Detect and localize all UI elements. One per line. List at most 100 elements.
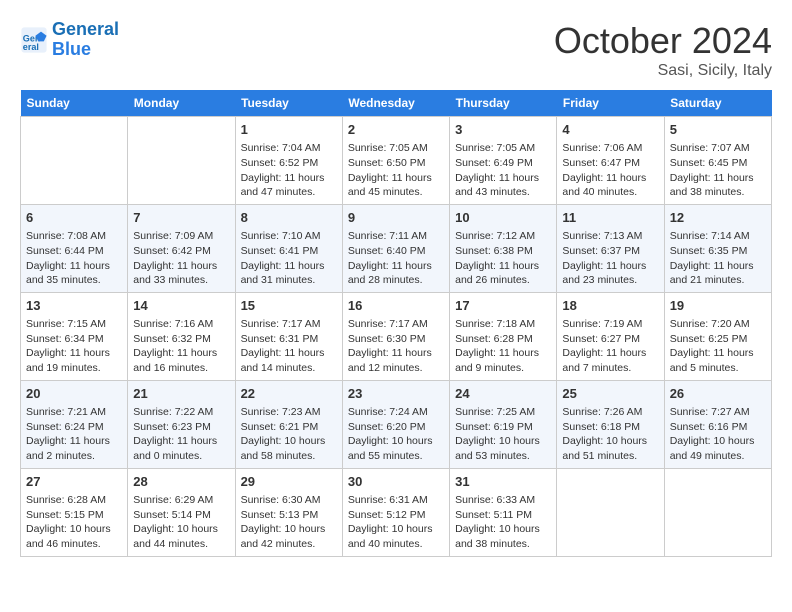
day-info: Sunrise: 7:14 AM Sunset: 6:35 PM Dayligh…: [670, 229, 766, 288]
day-number: 15: [241, 297, 337, 315]
day-info: Sunrise: 7:10 AM Sunset: 6:41 PM Dayligh…: [241, 229, 337, 288]
day-info: Sunrise: 7:09 AM Sunset: 6:42 PM Dayligh…: [133, 229, 229, 288]
day-info: Sunrise: 7:13 AM Sunset: 6:37 PM Dayligh…: [562, 229, 658, 288]
day-number: 23: [348, 385, 444, 403]
day-info: Sunrise: 6:30 AM Sunset: 5:13 PM Dayligh…: [241, 493, 337, 552]
calendar-cell: 9 Sunrise: 7:11 AM Sunset: 6:40 PM Daylig…: [342, 204, 449, 292]
calendar-cell: 28Sunrise: 6:29 AM Sunset: 5:14 PM Dayli…: [128, 468, 235, 556]
calendar-cell: 15 Sunrise: 7:17 AM Sunset: 6:31 PM Dayli…: [235, 292, 342, 380]
day-number: 5: [670, 121, 766, 139]
title-block: October 2024 Sasi, Sicily, Italy: [554, 20, 772, 80]
calendar-body: 1Sunrise: 7:04 AM Sunset: 6:52 PM Daylig…: [21, 117, 772, 557]
day-info: Sunrise: 6:28 AM Sunset: 5:15 PM Dayligh…: [26, 493, 122, 552]
day-number: 25: [562, 385, 658, 403]
calendar-cell: 3Sunrise: 7:05 AM Sunset: 6:49 PM Daylig…: [450, 117, 557, 205]
calendar-cell: 10Sunrise: 7:12 AM Sunset: 6:38 PM Dayli…: [450, 204, 557, 292]
calendar-cell: 7 Sunrise: 7:09 AM Sunset: 6:42 PM Daylig…: [128, 204, 235, 292]
calendar-cell: 11Sunrise: 7:13 AM Sunset: 6:37 PM Dayli…: [557, 204, 664, 292]
day-info: Sunrise: 7:22 AM Sunset: 6:23 PM Dayligh…: [133, 405, 229, 464]
calendar-cell: 18 Sunrise: 7:19 AM Sunset: 6:27 PM Dayli…: [557, 292, 664, 380]
day-info: Sunrise: 7:17 AM Sunset: 6:30 PM Dayligh…: [348, 317, 444, 376]
day-info: Sunrise: 7:04 AM Sunset: 6:52 PM Dayligh…: [241, 141, 337, 200]
day-info: Sunrise: 7:23 AM Sunset: 6:21 PM Dayligh…: [241, 405, 337, 464]
logo-icon: Gen eral: [20, 26, 48, 54]
page-header: Gen eral General Blue October 2024 Sasi,…: [20, 20, 772, 80]
day-number: 8: [241, 209, 337, 227]
svg-text:eral: eral: [23, 42, 39, 52]
day-number: 3: [455, 121, 551, 139]
day-number: 17: [455, 297, 551, 315]
calendar-cell: 27 Sunrise: 6:28 AM Sunset: 5:15 PM Dayli…: [21, 468, 128, 556]
day-info: Sunrise: 7:12 AM Sunset: 6:38 PM Dayligh…: [455, 229, 551, 288]
day-info: Sunrise: 7:25 AM Sunset: 6:19 PM Dayligh…: [455, 405, 551, 464]
day-number: 9: [348, 209, 444, 227]
calendar-week-row: 20 Sunrise: 7:21 AM Sunset: 6:24 PM Dayli…: [21, 380, 772, 468]
logo-text: General Blue: [52, 20, 119, 60]
location-subtitle: Sasi, Sicily, Italy: [554, 62, 772, 80]
calendar-cell: 19 Sunrise: 7:20 AM Sunset: 6:25 PM Dayli…: [664, 292, 771, 380]
day-number: 30: [348, 473, 444, 491]
day-number: 20: [26, 385, 122, 403]
day-info: Sunrise: 7:16 AM Sunset: 6:32 PM Dayligh…: [133, 317, 229, 376]
day-info: Sunrise: 6:29 AM Sunset: 5:14 PM Dayligh…: [133, 493, 229, 552]
calendar-cell: 5 Sunrise: 7:07 AM Sunset: 6:45 PM Daylig…: [664, 117, 771, 205]
day-number: 22: [241, 385, 337, 403]
calendar-cell: 4 Sunrise: 7:06 AM Sunset: 6:47 PM Daylig…: [557, 117, 664, 205]
day-of-week-header: Friday: [557, 90, 664, 117]
day-number: 18: [562, 297, 658, 315]
day-info: Sunrise: 7:06 AM Sunset: 6:47 PM Dayligh…: [562, 141, 658, 200]
day-info: Sunrise: 6:31 AM Sunset: 5:12 PM Dayligh…: [348, 493, 444, 552]
calendar-header-row: SundayMondayTuesdayWednesdayThursdayFrid…: [21, 90, 772, 117]
day-of-week-header: Thursday: [450, 90, 557, 117]
calendar-cell: 26Sunrise: 7:27 AM Sunset: 6:16 PM Dayli…: [664, 380, 771, 468]
day-info: Sunrise: 7:19 AM Sunset: 6:27 PM Dayligh…: [562, 317, 658, 376]
calendar-week-row: 13Sunrise: 7:15 AM Sunset: 6:34 PM Dayli…: [21, 292, 772, 380]
day-number: 7: [133, 209, 229, 227]
calendar-cell: 24 Sunrise: 7:25 AM Sunset: 6:19 PM Dayli…: [450, 380, 557, 468]
day-number: 29: [241, 473, 337, 491]
calendar-cell: 17 Sunrise: 7:18 AM Sunset: 6:28 PM Dayli…: [450, 292, 557, 380]
day-number: 12: [670, 209, 766, 227]
day-info: Sunrise: 6:33 AM Sunset: 5:11 PM Dayligh…: [455, 493, 551, 552]
calendar-cell: 12 Sunrise: 7:14 AM Sunset: 6:35 PM Dayli…: [664, 204, 771, 292]
calendar-cell: 16 Sunrise: 7:17 AM Sunset: 6:30 PM Dayli…: [342, 292, 449, 380]
day-info: Sunrise: 7:05 AM Sunset: 6:50 PM Dayligh…: [348, 141, 444, 200]
day-info: Sunrise: 7:20 AM Sunset: 6:25 PM Dayligh…: [670, 317, 766, 376]
day-number: 4: [562, 121, 658, 139]
calendar-cell: 29 Sunrise: 6:30 AM Sunset: 5:13 PM Dayli…: [235, 468, 342, 556]
day-number: 27: [26, 473, 122, 491]
calendar-cell: 2 Sunrise: 7:05 AM Sunset: 6:50 PM Daylig…: [342, 117, 449, 205]
calendar-cell: [557, 468, 664, 556]
day-of-week-header: Wednesday: [342, 90, 449, 117]
day-info: Sunrise: 7:21 AM Sunset: 6:24 PM Dayligh…: [26, 405, 122, 464]
day-info: Sunrise: 7:11 AM Sunset: 6:40 PM Dayligh…: [348, 229, 444, 288]
month-title: October 2024: [554, 20, 772, 62]
day-number: 19: [670, 297, 766, 315]
day-number: 2: [348, 121, 444, 139]
day-info: Sunrise: 7:24 AM Sunset: 6:20 PM Dayligh…: [348, 405, 444, 464]
logo: Gen eral General Blue: [20, 20, 119, 60]
calendar-cell: 1Sunrise: 7:04 AM Sunset: 6:52 PM Daylig…: [235, 117, 342, 205]
day-info: Sunrise: 7:08 AM Sunset: 6:44 PM Dayligh…: [26, 229, 122, 288]
day-info: Sunrise: 7:07 AM Sunset: 6:45 PM Dayligh…: [670, 141, 766, 200]
calendar-cell: 30 Sunrise: 6:31 AM Sunset: 5:12 PM Dayli…: [342, 468, 449, 556]
day-info: Sunrise: 7:18 AM Sunset: 6:28 PM Dayligh…: [455, 317, 551, 376]
calendar-cell: 14Sunrise: 7:16 AM Sunset: 6:32 PM Dayli…: [128, 292, 235, 380]
day-info: Sunrise: 7:27 AM Sunset: 6:16 PM Dayligh…: [670, 405, 766, 464]
day-of-week-header: Saturday: [664, 90, 771, 117]
day-info: Sunrise: 7:17 AM Sunset: 6:31 PM Dayligh…: [241, 317, 337, 376]
day-number: 16: [348, 297, 444, 315]
calendar-cell: 8 Sunrise: 7:10 AM Sunset: 6:41 PM Daylig…: [235, 204, 342, 292]
calendar-cell: 25 Sunrise: 7:26 AM Sunset: 6:18 PM Dayli…: [557, 380, 664, 468]
calendar-cell: 22 Sunrise: 7:23 AM Sunset: 6:21 PM Dayli…: [235, 380, 342, 468]
day-of-week-header: Monday: [128, 90, 235, 117]
day-number: 6: [26, 209, 122, 227]
day-number: 24: [455, 385, 551, 403]
day-number: 21: [133, 385, 229, 403]
day-info: Sunrise: 7:26 AM Sunset: 6:18 PM Dayligh…: [562, 405, 658, 464]
day-number: 13: [26, 297, 122, 315]
calendar-cell: 20 Sunrise: 7:21 AM Sunset: 6:24 PM Dayli…: [21, 380, 128, 468]
calendar-week-row: 1Sunrise: 7:04 AM Sunset: 6:52 PM Daylig…: [21, 117, 772, 205]
calendar-week-row: 27 Sunrise: 6:28 AM Sunset: 5:15 PM Dayli…: [21, 468, 772, 556]
day-of-week-header: Sunday: [21, 90, 128, 117]
